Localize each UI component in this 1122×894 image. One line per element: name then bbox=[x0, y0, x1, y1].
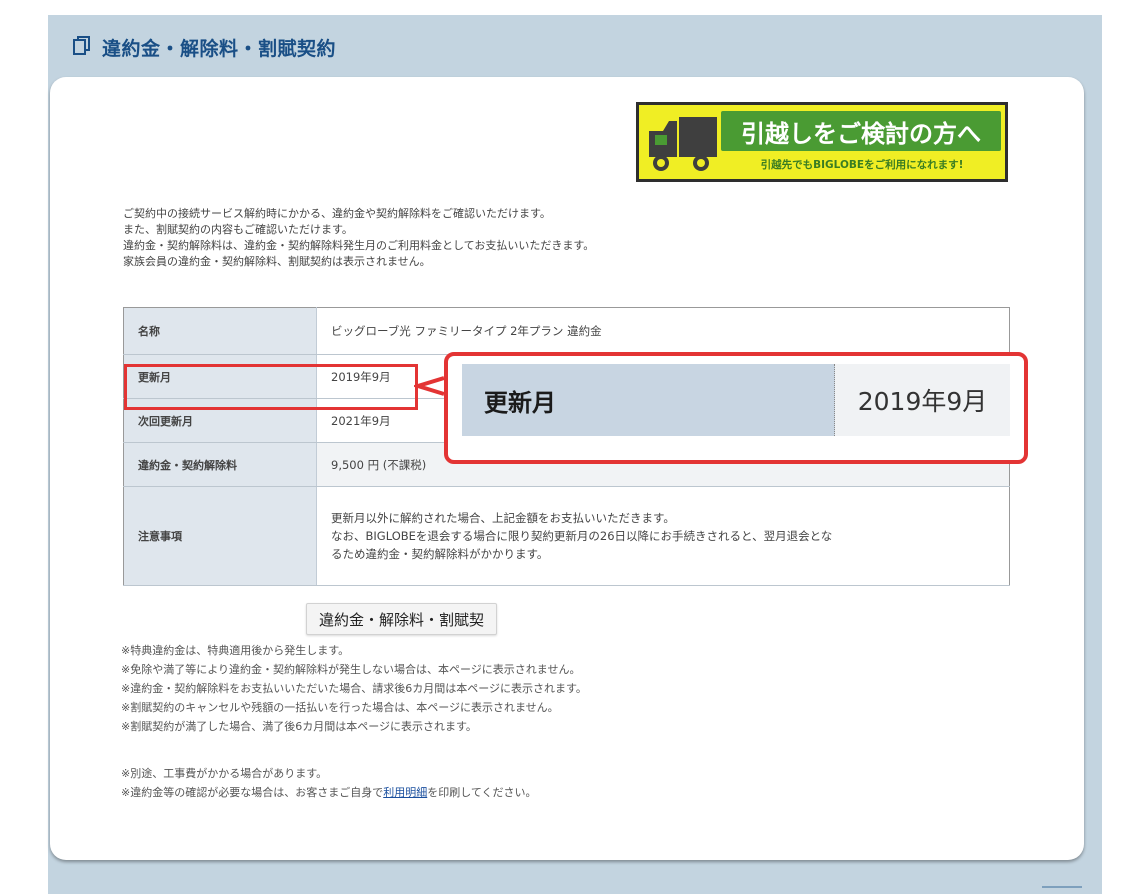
intro-line: 家族会員の違約金・契約解除料、割賦契約は表示されません。 bbox=[123, 255, 431, 268]
note-item: ※割賦契約のキャンセルや残額の一括払いを行った場合は、本ページに表示されません。 bbox=[121, 701, 559, 714]
intro-line: ご契約中の接続サービス解約時にかかる、違約金や契約解除料をご確認いただけます。 bbox=[123, 207, 551, 220]
note-item: ※違約金・契約解除料をお支払いいただいた場合、請求後6カ月間は本ページに表示され… bbox=[121, 682, 587, 695]
table-row: 注意事項 更新月以外に解約された場合、上記金額をお支払いいただきます。 なお、B… bbox=[123, 486, 1010, 586]
notice-line: 更新月以外に解約された場合、上記金額をお支払いいただきます。 bbox=[331, 511, 675, 525]
callout-label: 更新月 bbox=[462, 364, 835, 436]
note-item: ※免除や満了等により違約金・契約解除料が発生しない場合は、本ページに表示されませ… bbox=[121, 663, 581, 676]
notice-line: なお、BIGLOBEを退会する場合に限り契約更新月の26日以降にお手続きされると… bbox=[331, 529, 833, 543]
table-row: 名称 ビッグローブ光 ファミリータイプ 2年プラン 違約金 bbox=[123, 307, 1010, 355]
renewal-month-callout: 更新月 2019年9月 bbox=[444, 352, 1028, 464]
note-item: ※割賦契約が満了した場合、満了後6カ月間は本ページに表示されます。 bbox=[121, 720, 477, 733]
callout-value: 2019年9月 bbox=[835, 364, 1010, 436]
title-tooltip: 違約金・解除料・割賦契 bbox=[306, 603, 498, 635]
page-header: 違約金・解除料・割賦契約 bbox=[72, 30, 336, 64]
intro-text: ご契約中の接続サービス解約時にかかる、違約金や契約解除料をご確認いただけます。 … bbox=[123, 206, 823, 270]
banner-subtext: 引越先でもBIGLOBEをご利用になれます! bbox=[760, 159, 964, 171]
divider bbox=[1042, 886, 1082, 888]
notice-line: るため違約金・契約解除料がかかります。 bbox=[331, 547, 549, 561]
notes-list: ※特典違約金は、特典適用後から発生します。 ※免除や満了等により違約金・契約解除… bbox=[121, 641, 587, 736]
callout-pointer bbox=[414, 376, 445, 396]
row-value-name: ビッグローブ光 ファミリータイプ 2年プラン 違約金 bbox=[316, 307, 1010, 355]
note-item: ※違約金等の確認が必要な場合は、お客さまご自身で利用明細を印刷してください。 bbox=[121, 783, 537, 802]
truck-icon bbox=[645, 113, 719, 175]
note-item: ※別途、工事費がかかる場合があります。 bbox=[121, 767, 328, 780]
moving-banner-link[interactable]: 引越しをご検討の方へ 引越先でもBIGLOBEをご利用になれます! bbox=[636, 102, 1008, 182]
row-label-notes: 注意事項 bbox=[123, 486, 317, 586]
intro-line: また、割賦契約の内容もご確認いただけます。 bbox=[123, 223, 353, 236]
copy-icon bbox=[72, 36, 92, 58]
page-title: 違約金・解除料・割賦契約 bbox=[102, 37, 337, 60]
row-label-name: 名称 bbox=[123, 307, 317, 355]
banner-headline: 引越しをご検討の方へ bbox=[721, 111, 1001, 151]
note-item: ※特典違約金は、特典適用後から発生します。 bbox=[121, 644, 350, 657]
row-label-penalty: 違約金・契約解除料 bbox=[123, 442, 317, 487]
row-value-notes: 更新月以外に解約された場合、上記金額をお支払いいただきます。 なお、BIGLOB… bbox=[316, 486, 1010, 586]
usage-statement-link[interactable]: 利用明細 bbox=[383, 786, 427, 799]
intro-line: 違約金・契約解除料は、違約金・契約解除料発生月のご利用料金としてお支払いいただき… bbox=[123, 239, 595, 252]
note-text: ※違約金等の確認が必要な場合は、お客さまご自身で bbox=[121, 786, 384, 799]
callout-inner: 更新月 2019年9月 bbox=[462, 364, 1010, 436]
renewal-row-highlight bbox=[124, 364, 418, 410]
notes-extra: ※別途、工事費がかかる場合があります。 ※違約金等の確認が必要な場合は、お客さま… bbox=[121, 764, 537, 802]
note-text: を印刷してください。 bbox=[427, 786, 537, 799]
